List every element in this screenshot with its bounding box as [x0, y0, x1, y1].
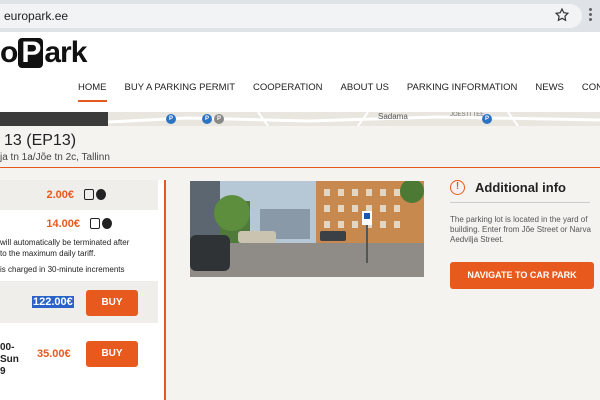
europark-logo[interactable]: o Park: [0, 36, 87, 70]
price-row: 2.00€: [0, 180, 158, 210]
site-header: o Park HOME BUY A PARKING PERMIT COOPERAT…: [0, 32, 600, 112]
browser-bar: europark.ee: [0, 0, 600, 32]
increment-note: is charged in 30-minute increments: [0, 265, 125, 274]
parking-meter-icon: [90, 218, 100, 229]
nav-home[interactable]: HOME: [78, 76, 107, 102]
hourly-price: 2.00€: [46, 189, 74, 201]
map-overlay: [0, 112, 108, 126]
night-price: 35.00€: [37, 348, 71, 360]
url-text[interactable]: europark.ee: [4, 9, 68, 23]
map[interactable]: P P P P Sadama JOESTI TEE: [0, 112, 600, 126]
browser-menu-icon[interactable]: [587, 8, 593, 24]
lot-address: ja tn 1a/Jõe tn 2c, Tallinn: [0, 152, 110, 163]
termination-note: will automatically be terminated after: [0, 238, 130, 247]
parking-pin-icon[interactable]: P: [214, 114, 224, 124]
night-period-label: 00-: [0, 342, 15, 353]
address-bar[interactable]: europark.ee: [0, 4, 582, 28]
nav-contact[interactable]: CONTACT: [582, 76, 600, 102]
nav-buy-permit[interactable]: BUY A PARKING PERMIT: [125, 76, 236, 102]
coin-icon: [102, 218, 112, 229]
divider: [0, 167, 600, 168]
coin-icon: [96, 189, 106, 200]
night-period-label: 9: [0, 366, 6, 377]
permit-price: 122.00€: [32, 296, 74, 308]
night-period-label: Sun: [0, 354, 19, 365]
main-nav: HOME BUY A PARKING PERMIT COOPERATION AB…: [78, 76, 600, 102]
payment-icons: [82, 189, 106, 200]
nav-parking-info[interactable]: PARKING INFORMATION: [407, 76, 517, 102]
navigate-to-car-park-button[interactable]: NAVIGATE TO CAR PARK: [450, 262, 594, 289]
divider: [450, 202, 590, 203]
parking-pin-icon[interactable]: P: [166, 114, 176, 124]
parking-lot-details: 13 (EP13) ja tn 1a/Jõe tn 2c, Tallinn 2.…: [0, 126, 600, 400]
map-roads: [108, 112, 600, 126]
map-street-label: Sadama: [378, 112, 408, 121]
map-street-label: JOESTI TEE: [450, 112, 485, 118]
alert-icon: !: [450, 180, 465, 195]
nav-cooperation[interactable]: COOPERATION: [253, 76, 323, 102]
daily-price: 14.00€: [46, 218, 80, 230]
termination-note: to the maximum daily tariff.: [0, 249, 96, 258]
parking-lot-photo[interactable]: [190, 181, 424, 277]
additional-info-title: Additional info: [475, 180, 566, 195]
nav-news[interactable]: NEWS: [535, 76, 564, 102]
parking-pin-icon[interactable]: P: [202, 114, 212, 124]
bookmark-star-icon[interactable]: [554, 7, 570, 23]
buy-button[interactable]: BUY: [86, 290, 138, 316]
parking-meter-icon: [84, 189, 94, 200]
buy-button[interactable]: BUY: [86, 341, 138, 367]
payment-icons: [88, 218, 112, 229]
nav-about-us[interactable]: ABOUT US: [341, 76, 389, 102]
additional-info-text: The parking lot is located in the yard o…: [450, 215, 591, 244]
price-panel: 2.00€ 14.00€ will automatically be termi…: [0, 180, 166, 400]
lot-title: 13 (EP13): [4, 132, 77, 149]
